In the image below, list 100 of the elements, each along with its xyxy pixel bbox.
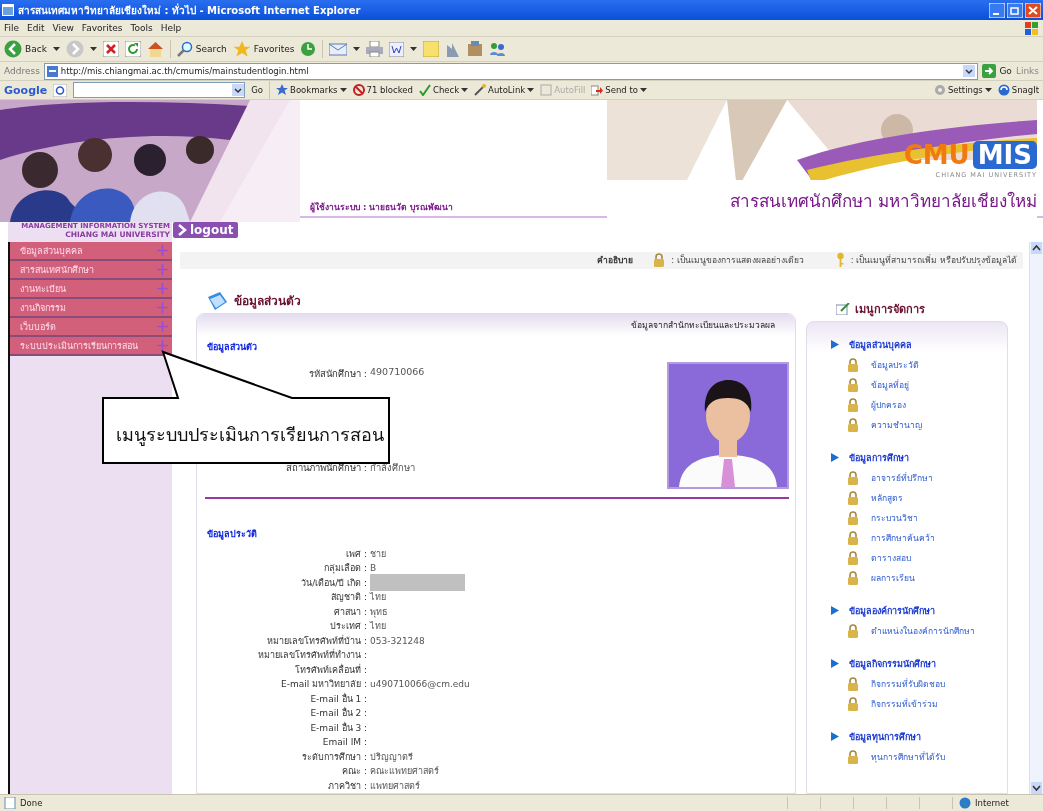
logo-mark: MIS <box>972 141 1037 169</box>
field-label: คณะ : <box>341 765 367 779</box>
lock-icon <box>847 470 859 485</box>
page-icon <box>4 797 16 809</box>
site-title: สารสนเทศนักศึกษา มหาวิทยาลัยเชียงใหม่ <box>729 190 1037 213</box>
move-icon <box>157 302 168 313</box>
field-label: เพศ : <box>345 547 367 561</box>
favorites-button[interactable]: Favorites <box>232 40 295 58</box>
tools-icon[interactable] <box>467 41 484 57</box>
snagit-icon <box>997 84 1010 96</box>
scroll-down-icon[interactable] <box>1031 782 1042 794</box>
print-icon[interactable] <box>366 41 384 57</box>
minimize-icon[interactable] <box>989 2 1005 18</box>
field-value: กำลังศึกษา <box>370 460 415 475</box>
browser-icon <box>2 4 14 16</box>
field-value: 490710066 <box>370 365 425 379</box>
toolbar-button[interactable]: Settings <box>933 84 992 96</box>
field-value: ปริญญาตรี <box>370 750 413 764</box>
lock-icon <box>847 749 859 764</box>
mail-icon[interactable] <box>329 41 348 57</box>
lock-icon <box>653 253 666 268</box>
menu-link[interactable]: หลักสูตร <box>871 490 903 505</box>
lock-icon <box>847 417 859 432</box>
search-button[interactable]: Search <box>176 41 227 57</box>
back-icon <box>4 40 22 58</box>
google-g-icon[interactable] <box>53 83 68 97</box>
send-icon <box>591 84 604 96</box>
menu-item[interactable]: Favorites <box>81 23 123 33</box>
field-value: 053-321248 <box>370 635 425 646</box>
menu-link[interactable]: ตำแหน่งในองค์การนักศึกษา <box>871 623 975 638</box>
toolbar-button[interactable]: 71 blocked <box>352 84 413 96</box>
lock-icon <box>847 570 859 585</box>
key-icon <box>835 252 845 269</box>
menu-link[interactable]: ตารางสอบ <box>871 550 911 565</box>
menu-group-title: ข้อมูลทุนการศึกษา <box>849 730 921 744</box>
field-label: E-mail อื่น 2 : <box>309 706 367 721</box>
toolbar-button[interactable]: Send to <box>591 84 647 96</box>
field-value: B <box>370 563 377 574</box>
menu-link[interactable]: ทุนการศึกษาที่ได้รับ <box>871 749 945 764</box>
field-value: คณะแพทยศาสตร์ <box>370 765 439 779</box>
menu-link[interactable]: ผลการเรียน <box>871 570 915 585</box>
field-label: E-mail มหาวิทยาลัย : <box>280 678 367 692</box>
star-icon <box>232 40 251 58</box>
menu-item[interactable]: Tools <box>130 23 153 33</box>
field-label: วัน/เดือน/ปี เกิด : <box>300 576 367 590</box>
menu-link[interactable]: ความชำนาญ <box>871 417 922 432</box>
scrollbar[interactable] <box>1029 242 1043 794</box>
google-search-field[interactable] <box>73 82 246 98</box>
logout-button[interactable]: logout <box>173 222 239 238</box>
scroll-up-icon[interactable] <box>1031 242 1042 254</box>
menu-link[interactable]: ข้อมูลที่อยู่ <box>871 377 909 392</box>
home-icon[interactable] <box>146 41 164 57</box>
google-go-button[interactable]: Go <box>251 85 264 95</box>
menu-link[interactable]: อาจารย์ที่ปรึกษา <box>871 470 933 485</box>
menu-link[interactable]: ข้อมูลประวัติ <box>871 357 919 372</box>
back-button[interactable]: Back <box>4 40 47 58</box>
stop-icon[interactable] <box>102 41 119 57</box>
go-button[interactable]: Go <box>982 64 1012 78</box>
chart-icon[interactable] <box>445 41 462 57</box>
field-label: กลุ่มเลือด : <box>323 562 367 576</box>
window-title: สารสนเทศมหาวิทยาลัยเชียงใหม่ : ทั่วไป - Microsoft Internet Explorer <box>18 2 362 18</box>
menu-link[interactable]: กระบวนวิชา <box>871 510 918 525</box>
globe-icon <box>959 797 971 809</box>
lock-icon <box>847 696 859 711</box>
close-icon[interactable] <box>1025 2 1041 18</box>
menu-link[interactable]: ผู้ปกครอง <box>871 397 906 412</box>
dropdown-icon[interactable] <box>232 84 245 96</box>
restore-icon[interactable] <box>1007 2 1023 18</box>
toolbar-button[interactable]: SnagIt <box>997 84 1039 96</box>
toolbar-button[interactable]: Check <box>418 84 469 96</box>
edit-note-icon <box>836 302 850 315</box>
section-title: ข้อมูลส่วนตัว <box>206 340 258 354</box>
menu-item[interactable]: Edit <box>27 23 45 33</box>
field-value: ไทย <box>370 591 386 605</box>
menu-link[interactable]: การศึกษาค้นคว้า <box>871 530 935 545</box>
menu-item[interactable]: Help <box>160 23 182 33</box>
menu-group-title: ข้อมูลกิจกรรมนักศึกษา <box>849 657 936 671</box>
menu-link[interactable]: กิจกรรมที่รับผิดชอบ <box>871 676 945 691</box>
toolbar-button[interactable]: Bookmarks <box>276 84 347 96</box>
field-value: ไทย <box>370 620 386 634</box>
menu-item[interactable]: File <box>4 23 20 33</box>
user-name: ผู้ใช้งานระบบ : นายธนวัต บุรณพัฒนา <box>310 201 454 214</box>
address-field[interactable]: http://mis.chiangmai.ac.th/cmumis/mainstudentlogin.html <box>43 62 979 80</box>
menu-link[interactable]: กิจกรรมที่เข้าร่วม <box>871 696 938 711</box>
refresh-icon[interactable] <box>124 41 141 57</box>
history-icon[interactable] <box>300 41 317 57</box>
move-icon <box>157 321 168 332</box>
lock-icon <box>847 397 859 412</box>
move-icon <box>157 264 168 275</box>
source-note: ข้อมูลจากสำนักทะเบียนและประมวลผล <box>631 318 775 332</box>
menu-group-title: ข้อมูลองค์การนักศึกษา <box>849 604 935 618</box>
page-icon <box>46 65 58 77</box>
users-icon[interactable] <box>489 41 507 57</box>
toolbar-button[interactable]: AutoLink <box>474 84 535 96</box>
lock-icon <box>847 357 859 372</box>
triangle-icon <box>831 732 839 741</box>
dropdown-icon[interactable] <box>963 65 976 77</box>
field-label: ประเทศ : <box>329 620 367 634</box>
menu-item[interactable]: View <box>52 23 74 33</box>
edit-icon[interactable] <box>389 41 405 57</box>
